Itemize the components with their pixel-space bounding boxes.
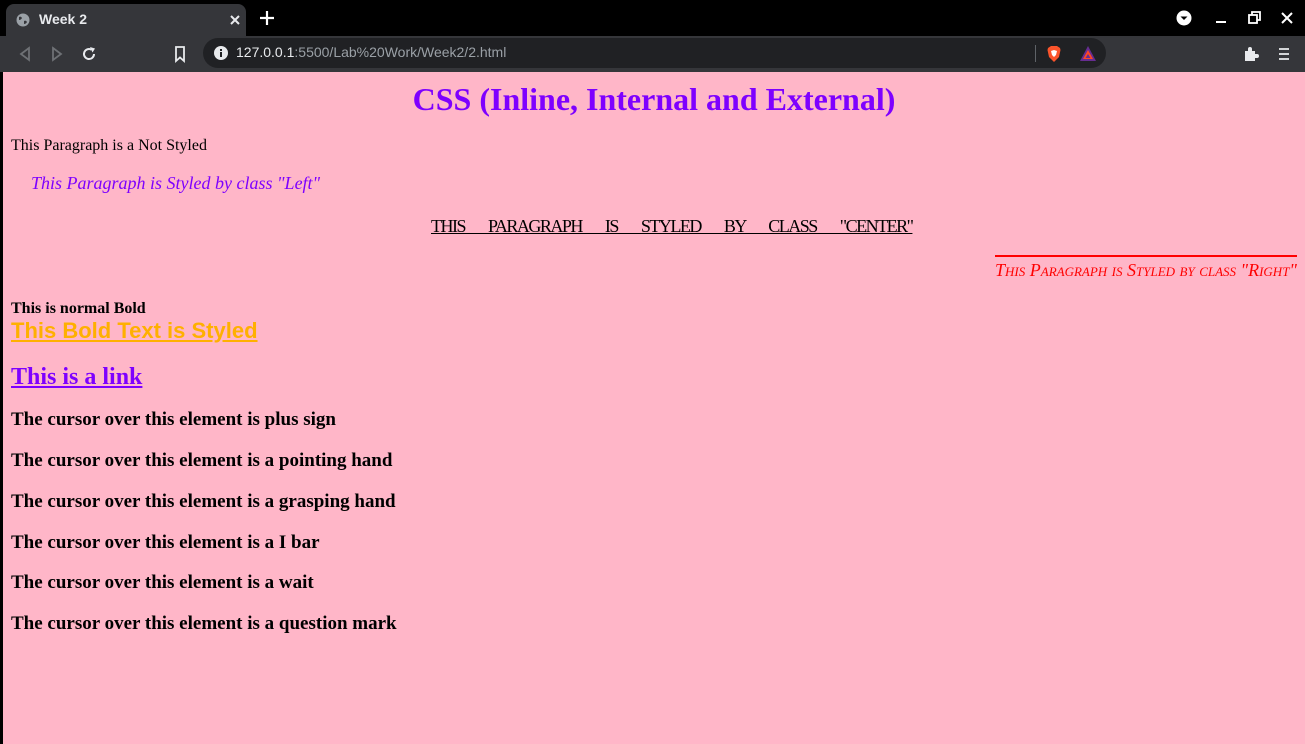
new-tab-icon[interactable]: [258, 9, 276, 27]
cursor-grab-item: The cursor over this element is a graspi…: [11, 491, 396, 512]
browser-toolbar: 127.0.0.1:5500/Lab%20Work/Week2/2.html: [0, 36, 1305, 72]
bold-styled-text: This Bold Text is Styled: [11, 318, 258, 343]
page-heading: CSS (Inline, Internal and External): [412, 81, 896, 117]
address-bar[interactable]: 127.0.0.1:5500/Lab%20Work/Week2/2.html: [203, 38, 1106, 68]
paragraph-center: This Paragraph is Styled by class "Cente…: [431, 216, 914, 236]
paragraph-right: This Paragraph is Styled by class "Right…: [995, 255, 1297, 281]
tab-strip: Week 2: [0, 0, 1305, 36]
page-content: CSS (Inline, Internal and External) This…: [3, 72, 1305, 744]
omnibox-separator: [1035, 45, 1036, 62]
back-icon[interactable]: [15, 44, 35, 64]
cursor-help-item: The cursor over this element is a questi…: [11, 613, 397, 634]
globe-icon: [16, 13, 30, 27]
tab-week-2[interactable]: Week 2: [6, 4, 246, 36]
paragraph-left: This Paragraph is Styled by class "Left": [31, 173, 321, 193]
bold-normal-text: This is normal Bold: [11, 300, 146, 317]
url-host: 127.0.0.1: [236, 44, 295, 60]
tab-search-icon[interactable]: [1175, 9, 1193, 27]
brave-shields-icon[interactable]: [1044, 44, 1064, 64]
site-info-icon[interactable]: [213, 45, 229, 61]
restore-icon[interactable]: [1245, 9, 1263, 27]
cursor-wait-item: The cursor over this element is a wait: [11, 572, 314, 593]
page-link[interactable]: This is a link: [11, 362, 142, 392]
url-text: 127.0.0.1:5500/Lab%20Work/Week2/2.html: [236, 44, 506, 60]
url-path: :5500/Lab%20Work/Week2/2.html: [294, 44, 507, 60]
bookmark-icon[interactable]: [170, 44, 190, 64]
close-tab-icon[interactable]: [226, 11, 244, 29]
menu-icon[interactable]: [1274, 44, 1294, 64]
paragraph-not-styled: This Paragraph is a Not Styled: [11, 137, 207, 154]
brave-rewards-icon[interactable]: [1078, 44, 1098, 64]
minimize-icon[interactable]: [1212, 9, 1230, 27]
cursor-text-item: The cursor over this element is a I bar: [11, 532, 320, 553]
reload-icon[interactable]: [79, 44, 99, 64]
close-window-icon[interactable]: [1278, 9, 1296, 27]
cursor-plus-item: The cursor over this element is plus sig…: [11, 409, 336, 430]
tab-title: Week 2: [39, 11, 87, 27]
forward-icon[interactable]: [47, 44, 67, 64]
cursor-pointer-item: The cursor over this element is a pointi…: [11, 450, 393, 471]
extensions-icon[interactable]: [1241, 44, 1261, 64]
